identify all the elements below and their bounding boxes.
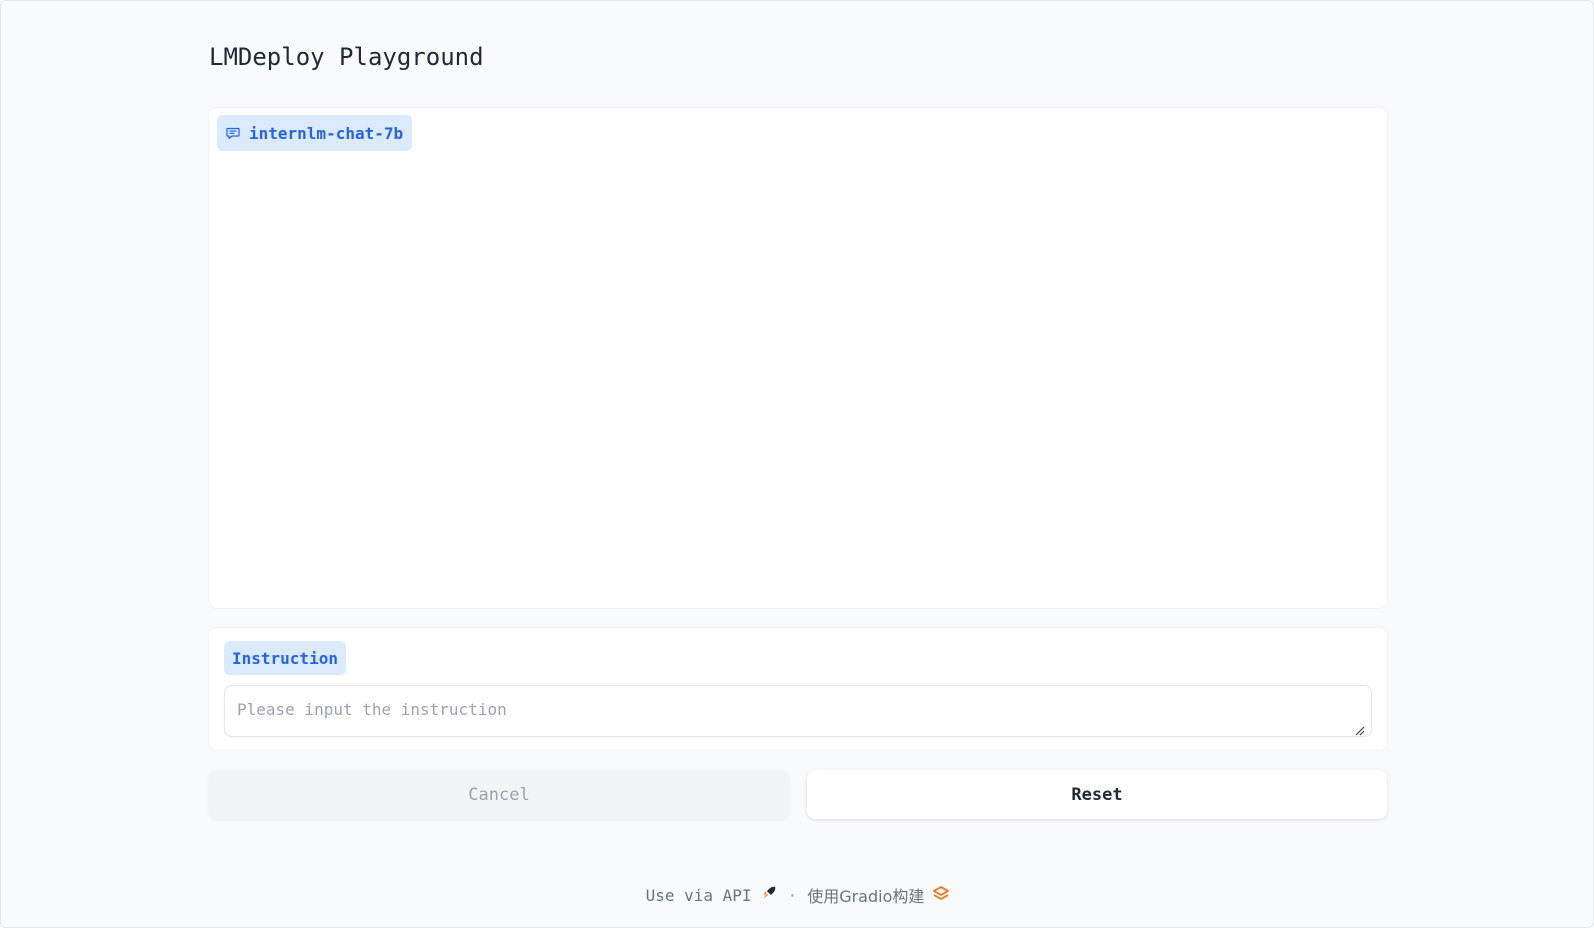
chatbot-label: internlm-chat-7b bbox=[217, 115, 413, 151]
footer-separator: · bbox=[787, 885, 798, 905]
page-title: LMDeploy Playground bbox=[209, 43, 484, 71]
gradio-logo-icon bbox=[932, 884, 950, 906]
built-with-gradio-text: 使用Gradio构建 bbox=[807, 887, 925, 906]
use-via-api-text: Use via API bbox=[645, 885, 752, 905]
chatbot-label-text: internlm-chat-7b bbox=[249, 123, 404, 143]
rocket-icon bbox=[760, 884, 778, 906]
instruction-block: Instruction bbox=[209, 628, 1387, 750]
footer: Use via API · 使用Gradio构建 bbox=[1, 883, 1594, 907]
chatbot-panel: internlm-chat-7b bbox=[209, 108, 1387, 608]
instruction-input[interactable] bbox=[224, 685, 1372, 737]
resize-handle-icon[interactable] bbox=[1355, 721, 1365, 736]
cancel-button[interactable]: Cancel bbox=[209, 770, 789, 819]
use-via-api-link[interactable]: Use via API bbox=[646, 884, 778, 906]
instruction-label: Instruction bbox=[224, 641, 346, 675]
chat-bubble-icon bbox=[225, 125, 241, 141]
reset-button[interactable]: Reset bbox=[807, 770, 1387, 819]
built-with-gradio-link[interactable]: 使用Gradio构建 bbox=[807, 883, 950, 907]
